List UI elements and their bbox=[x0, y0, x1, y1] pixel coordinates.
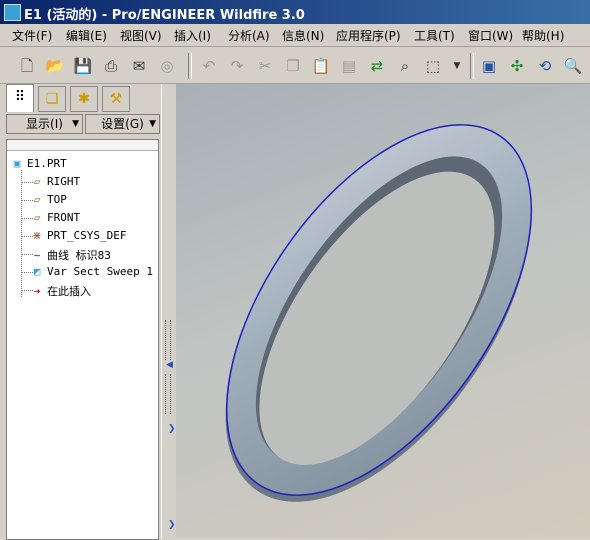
settings-dropdown-label: 设置(G) bbox=[101, 117, 144, 131]
orient-mode-icon[interactable]: ⟲ bbox=[534, 55, 556, 77]
copy-icon[interactable]: ❐ bbox=[282, 55, 304, 77]
curve-icon: ∼ bbox=[33, 249, 41, 262]
tree-root-label: E1.PRT bbox=[27, 157, 67, 170]
expand-arrow-icon[interactable]: ❯ bbox=[168, 424, 176, 434]
sweep-feature-icon: ◩ bbox=[33, 265, 41, 278]
toolbar-separator bbox=[188, 53, 192, 79]
model-view bbox=[176, 84, 590, 538]
ring-model[interactable] bbox=[176, 84, 590, 538]
settings-dropdown[interactable]: 设置(G) ▼ bbox=[85, 114, 160, 134]
tree-item-top[interactable]: ▱ TOP bbox=[29, 193, 67, 206]
menu-insert[interactable]: 插入(I) bbox=[174, 27, 211, 44]
chevron-down-icon: ▼ bbox=[149, 119, 156, 129]
find-icon[interactable]: ⌕ bbox=[394, 55, 416, 77]
chevron-down-icon: ▼ bbox=[72, 119, 79, 129]
paste-special-icon[interactable]: ▤ bbox=[338, 55, 360, 77]
tree-item-label: 曲线 标识83 bbox=[47, 249, 111, 262]
tree-item-right[interactable]: ▱ RIGHT bbox=[29, 175, 80, 188]
open-folder-icon[interactable]: 📂 bbox=[44, 55, 66, 77]
save-icon[interactable]: 💾 bbox=[72, 55, 94, 77]
insert-here-arrow-icon: ➜ bbox=[33, 285, 41, 298]
splitter-grip[interactable] bbox=[165, 320, 171, 360]
coordinate-system-icon: ⋇ bbox=[32, 229, 42, 242]
mapkey-icon[interactable]: ◎ bbox=[156, 55, 178, 77]
repaint-icon[interactable]: ▣ bbox=[478, 55, 500, 77]
tree-item-csys[interactable]: ⋇ PRT_CSYS_DEF bbox=[29, 229, 126, 242]
connections-icon: ⚒ bbox=[109, 91, 123, 107]
splitter-grip[interactable] bbox=[165, 374, 171, 414]
model-tree-icon: ⠿ bbox=[14, 89, 26, 105]
proe-app-icon[interactable] bbox=[4, 4, 21, 21]
new-file-icon[interactable]: 🗋 bbox=[16, 55, 38, 77]
expand-arrow-icon[interactable]: ❯ bbox=[168, 520, 176, 530]
title-bar: E1 (活动的) - Pro/ENGINEER Wildfire 3.0 bbox=[0, 0, 590, 24]
model-tree: ▣ E1.PRT ▱ RIGHT ▱ TOP ▱ FRONT ⋇ PRT_CSYS_DEF… bbox=[6, 139, 159, 540]
tree-item-label: RIGHT bbox=[47, 175, 81, 188]
favorites-tab[interactable]: ✱ bbox=[70, 86, 98, 112]
tree-item-label: TOP bbox=[47, 193, 67, 206]
panel-splitter[interactable]: ◀ ❯ ❯ bbox=[161, 84, 177, 538]
datum-plane-icon: ▱ bbox=[33, 211, 41, 224]
layers-icon: ❏ bbox=[45, 91, 59, 107]
print-icon[interactable]: ⎙ bbox=[100, 55, 122, 77]
collapse-arrow-icon[interactable]: ◀ bbox=[166, 360, 173, 370]
tree-item-label: FRONT bbox=[47, 211, 81, 224]
datum-plane-icon: ▱ bbox=[33, 193, 41, 206]
menu-view[interactable]: 视图(V) bbox=[120, 27, 162, 44]
menu-info[interactable]: 信息(N) bbox=[282, 27, 324, 44]
menu-file[interactable]: 文件(F) bbox=[12, 27, 52, 44]
spin-center-icon[interactable]: ✣ bbox=[506, 55, 528, 77]
regenerate-icon[interactable]: ⇄ bbox=[366, 55, 388, 77]
graphics-viewport[interactable] bbox=[176, 84, 590, 538]
tree-item-front[interactable]: ▱ FRONT bbox=[29, 211, 80, 224]
part-icon: ▣ bbox=[13, 157, 21, 170]
window-title: E1 (活动的) - Pro/ENGINEER Wildfire 3.0 bbox=[24, 8, 305, 23]
navigator-panel: ⠿ ❏ ✱ ⚒ 显示(I) ▼ 设置(G) ▼ ▣ E1.PRT ▱ RIGHT ▱ TO… bbox=[0, 84, 161, 540]
redo-icon[interactable]: ↷ bbox=[226, 55, 248, 77]
menu-edit[interactable]: 编辑(E) bbox=[66, 27, 107, 44]
tree-item-sweep[interactable]: ◩ Var Sect Sweep 1 bbox=[29, 265, 153, 278]
tree-root[interactable]: ▣ E1.PRT bbox=[9, 157, 67, 170]
show-dropdown-label: 显示(I) bbox=[26, 117, 63, 131]
tree-connector bbox=[21, 170, 22, 297]
datum-plane-icon: ▱ bbox=[33, 175, 41, 188]
menu-tools[interactable]: 工具(T) bbox=[414, 27, 455, 44]
menu-bar: 文件(F) 编辑(E) 视图(V) 插入(I) 分析(A) 信息(N) 应用程序… bbox=[0, 24, 590, 47]
menu-applications[interactable]: 应用程序(P) bbox=[336, 27, 401, 44]
cut-icon[interactable]: ✂ bbox=[254, 55, 276, 77]
chevron-down-icon[interactable]: ▼ bbox=[446, 55, 468, 77]
tree-item-label: Var Sect Sweep 1 bbox=[47, 265, 153, 278]
send-mail-icon[interactable]: ✉ bbox=[128, 55, 150, 77]
layers-tab[interactable]: ❏ bbox=[38, 86, 66, 112]
show-dropdown[interactable]: 显示(I) ▼ bbox=[6, 114, 83, 134]
menu-analysis[interactable]: 分析(A) bbox=[228, 27, 270, 44]
paste-icon[interactable]: 📋 bbox=[310, 55, 332, 77]
tree-item-curve[interactable]: ∼ 曲线 标识83 bbox=[29, 247, 111, 263]
tree-item-label: 在此插入 bbox=[47, 285, 91, 298]
undo-icon[interactable]: ↶ bbox=[198, 55, 220, 77]
toolbar-separator bbox=[470, 53, 474, 79]
toolbar: 🗋 📂 💾 ⎙ ✉ ◎ ↶ ↷ ✂ ❐ 📋 ▤ ⇄ ⌕ ⬚ ▼ ▣ ✣ ⟲ 🔍 bbox=[0, 47, 590, 84]
tree-item-insert-here[interactable]: ➜ 在此插入 bbox=[29, 283, 91, 299]
favorites-icon: ✱ bbox=[78, 91, 90, 107]
model-tree-tab[interactable]: ⠿ bbox=[6, 84, 34, 112]
selection-box-icon[interactable]: ⬚ bbox=[422, 55, 444, 77]
model-tree-header bbox=[7, 140, 158, 151]
menu-help[interactable]: 帮助(H) bbox=[522, 27, 564, 44]
zoom-in-icon[interactable]: 🔍 bbox=[562, 55, 584, 77]
connections-tab[interactable]: ⚒ bbox=[102, 86, 130, 112]
menu-window[interactable]: 窗口(W) bbox=[468, 27, 513, 44]
tree-item-label: PRT_CSYS_DEF bbox=[47, 229, 127, 242]
